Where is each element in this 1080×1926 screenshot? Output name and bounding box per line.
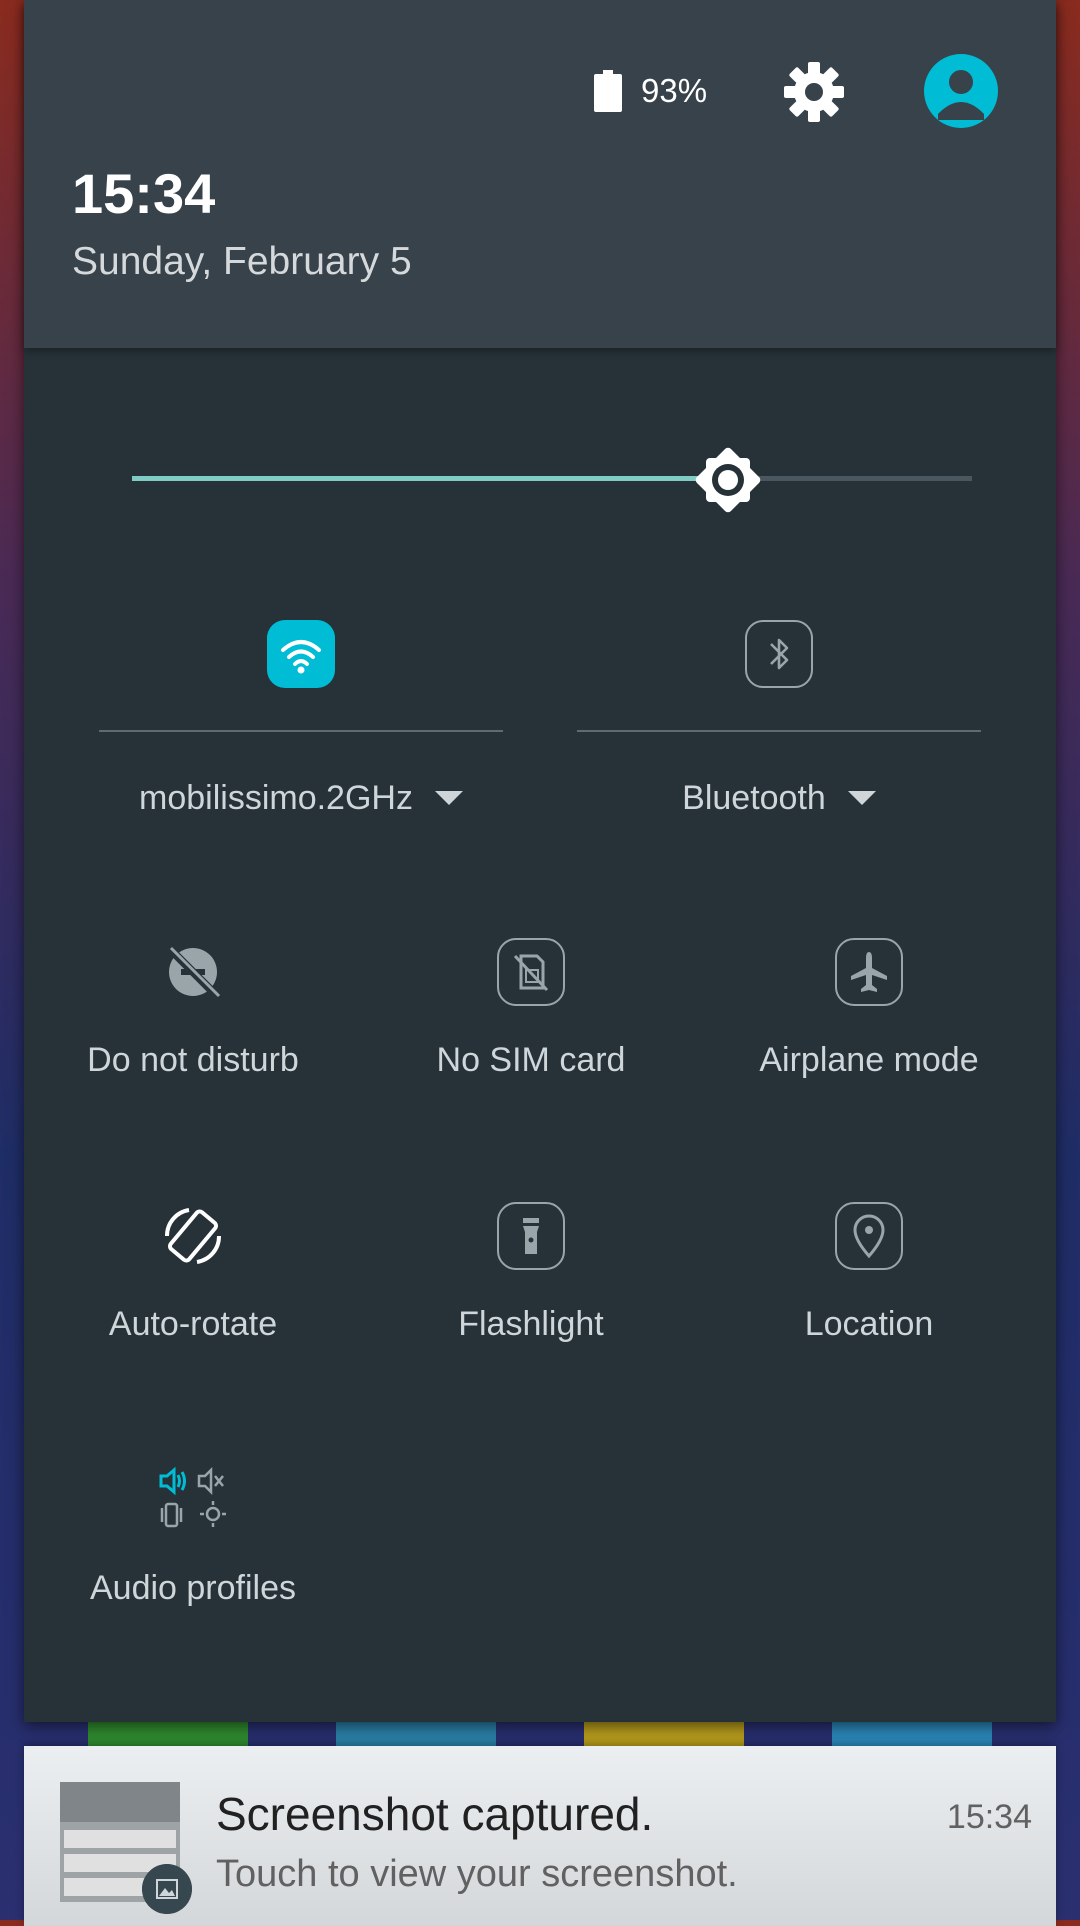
quick-settings-panel: 93% 15:34 Sunday, February 5 mobilissimo… bbox=[24, 0, 1056, 1722]
avatar-icon[interactable] bbox=[924, 54, 998, 128]
wifi-label: mobilissimo.2GHz bbox=[139, 778, 413, 817]
tile-label: Audio profiles bbox=[89, 1569, 296, 1607]
auto-rotate-icon bbox=[164, 1208, 222, 1264]
tile-no-sim-card[interactable]: No SIM card bbox=[362, 938, 700, 1138]
tile-label: Do not disturb bbox=[87, 1041, 299, 1079]
image-icon bbox=[142, 1864, 192, 1914]
quick-settings-header: 93% 15:34 Sunday, February 5 bbox=[24, 0, 1056, 348]
tile-do-not-disturb[interactable]: Do not disturb bbox=[24, 938, 362, 1138]
tile-label: Auto-rotate bbox=[108, 1305, 278, 1343]
notification-text: Touch to view your screenshot. bbox=[216, 1853, 738, 1895]
flashlight-icon bbox=[497, 1202, 565, 1270]
chevron-down-icon[interactable] bbox=[434, 791, 463, 805]
bluetooth-icon[interactable] bbox=[745, 620, 813, 688]
tile-label: Flashlight bbox=[458, 1305, 604, 1343]
tile-label: No SIM card bbox=[436, 1041, 626, 1079]
bluetooth-divider bbox=[577, 730, 981, 732]
audio-profiles-icon bbox=[159, 1466, 226, 1528]
notification-time: 15:34 bbox=[946, 1798, 1032, 1836]
do-not-disturb-icon bbox=[166, 945, 221, 999]
chevron-down-icon[interactable] bbox=[847, 791, 876, 805]
screenshot-notification[interactable]: Screenshot captured. Touch to view your … bbox=[24, 1746, 1056, 1926]
battery-icon bbox=[594, 70, 622, 112]
bluetooth-label: Bluetooth bbox=[682, 778, 826, 817]
tile-airplane-mode[interactable]: Airplane mode bbox=[700, 938, 1038, 1138]
tile-location[interactable]: Location bbox=[700, 1202, 1038, 1402]
tile-audio-profiles[interactable]: Audio profiles bbox=[24, 1466, 362, 1666]
tile-label: Airplane mode bbox=[759, 1041, 979, 1079]
clock[interactable]: 15:34 bbox=[72, 162, 215, 226]
gear-icon[interactable] bbox=[782, 60, 846, 124]
brightness-icon[interactable] bbox=[688, 440, 768, 520]
tile-auto-rotate[interactable]: Auto-rotate bbox=[24, 1202, 362, 1402]
wifi-icon[interactable] bbox=[267, 620, 335, 688]
bluetooth-selector[interactable]: Bluetooth bbox=[577, 770, 981, 826]
brightness-slider-fill[interactable] bbox=[132, 476, 728, 481]
tile-flashlight[interactable]: Flashlight bbox=[362, 1202, 700, 1402]
airplane-icon bbox=[835, 938, 903, 1006]
battery-percentage: 93% bbox=[641, 72, 708, 109]
notification-title: Screenshot captured. bbox=[216, 1788, 654, 1840]
wifi-network-selector[interactable]: mobilissimo.2GHz bbox=[99, 770, 503, 826]
wifi-tile[interactable]: mobilissimo.2GHz bbox=[99, 620, 503, 850]
location-icon bbox=[835, 1202, 903, 1270]
bluetooth-tile[interactable]: Bluetooth bbox=[577, 620, 981, 850]
wifi-divider bbox=[99, 730, 503, 732]
date[interactable]: Sunday, February 5 bbox=[72, 238, 412, 286]
tile-label: Location bbox=[804, 1305, 934, 1343]
no-sim-icon bbox=[497, 938, 565, 1006]
